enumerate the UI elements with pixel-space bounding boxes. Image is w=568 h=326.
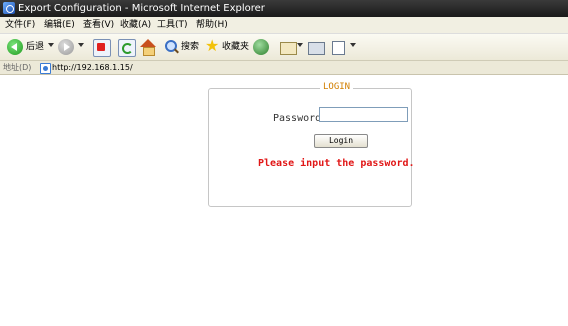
edit-icon[interactable] (332, 41, 345, 55)
back-icon[interactable] (7, 39, 23, 55)
stop-icon[interactable] (93, 39, 111, 57)
mail-dropdown-icon[interactable] (297, 43, 303, 47)
search-icon[interactable] (163, 39, 179, 55)
window-title: Export Configuration - Microsoft Interne… (18, 3, 265, 14)
menu-view[interactable]: 查看(V) (83, 17, 114, 33)
forward-icon[interactable] (58, 39, 74, 55)
edit-dropdown-icon[interactable] (350, 43, 356, 47)
home-icon[interactable] (140, 39, 156, 56)
menu-tools[interactable]: 工具(T) (157, 17, 188, 33)
favorites-star-icon[interactable]: ★ (205, 38, 221, 54)
title-bar: Export Configuration - Microsoft Interne… (0, 0, 568, 17)
media-icon[interactable] (253, 39, 269, 55)
toolbar: 后退 搜索 ★ 收藏夹 (0, 34, 568, 61)
mail-icon[interactable] (280, 42, 297, 55)
menu-file[interactable]: 文件(F) (5, 17, 35, 33)
page-icon (40, 63, 51, 74)
menu-bar: 文件(F) 编辑(E) 查看(V) 收藏(A) 工具(T) 帮助(H) (0, 17, 568, 34)
login-button[interactable]: Login (314, 134, 368, 148)
ie-icon (3, 2, 15, 14)
password-input[interactable] (319, 107, 408, 122)
page-content: LOGIN Password: Login Please input the p… (0, 75, 568, 326)
error-message: Please input the password. (258, 158, 415, 169)
menu-favorites[interactable]: 收藏(A) (120, 17, 151, 33)
refresh-icon[interactable] (118, 39, 136, 57)
search-button-label[interactable]: 搜索 (181, 38, 199, 56)
back-dropdown-icon[interactable] (48, 43, 54, 47)
favorites-button-label[interactable]: 收藏夹 (222, 38, 249, 56)
address-bar: 地址(D) http://192.168.1.15/ (0, 61, 568, 75)
back-button-label[interactable]: 后退 (26, 38, 44, 56)
menu-edit[interactable]: 编辑(E) (44, 17, 75, 33)
print-icon[interactable] (308, 42, 325, 55)
login-legend: LOGIN (320, 82, 354, 92)
address-label: 地址(D) (3, 63, 32, 72)
menu-help[interactable]: 帮助(H) (196, 17, 228, 33)
forward-dropdown-icon[interactable] (78, 43, 84, 47)
login-fieldset: LOGIN Password: Login Please input the p… (208, 82, 415, 207)
address-input[interactable]: http://192.168.1.15/ (52, 61, 133, 74)
